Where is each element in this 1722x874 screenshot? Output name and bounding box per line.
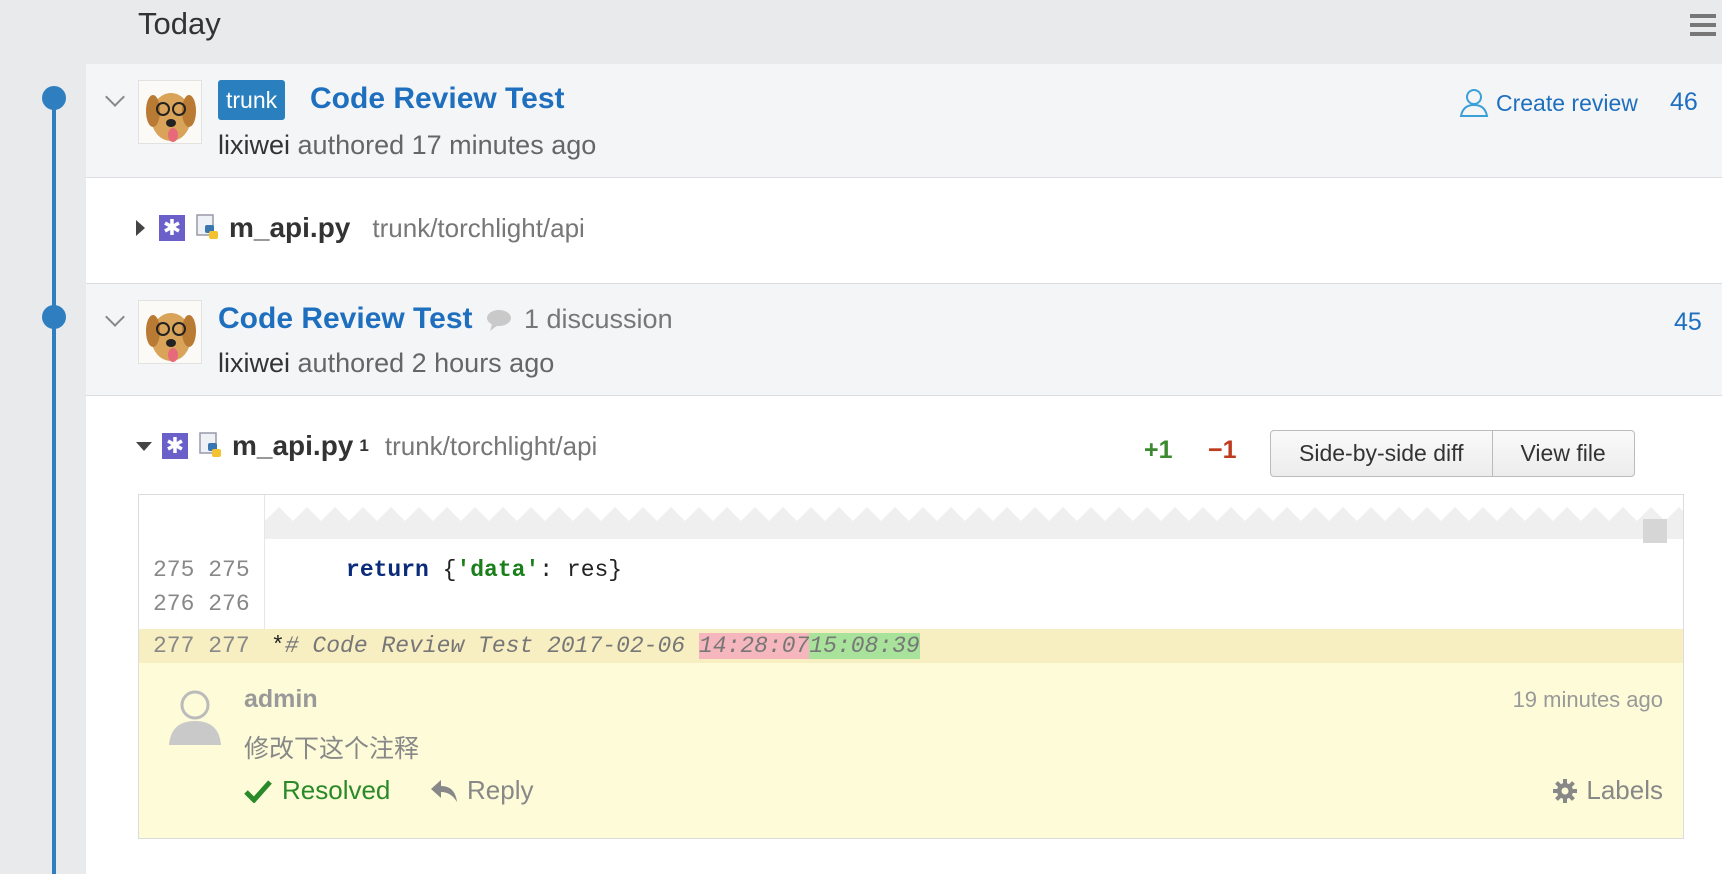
file-row-content: ✱ m_api.py trunk/torchlight/api xyxy=(136,212,585,244)
reply-icon xyxy=(431,779,457,802)
gear-icon xyxy=(1553,778,1578,803)
commit-title-link[interactable]: Code Review Test xyxy=(310,82,565,116)
commit-row: trunk Code Review Test lixiwei authored … xyxy=(86,64,1722,178)
line-number: 276 276 xyxy=(153,591,250,617)
author-name[interactable]: lixiwei xyxy=(218,348,290,378)
expand-triangle-icon[interactable] xyxy=(136,220,145,236)
checkmark-icon xyxy=(244,779,272,803)
user-icon xyxy=(1459,89,1489,117)
commit-meta: lixiwei authored 17 minutes ago xyxy=(218,130,596,161)
resolved-label: Resolved xyxy=(282,775,391,805)
labels-label: Labels xyxy=(1586,775,1663,805)
discussion-badge: 1 xyxy=(359,436,369,455)
commit-number[interactable]: 46 xyxy=(1670,88,1698,117)
removed-text: 14:28:07 xyxy=(698,633,810,659)
file-path: trunk/torchlight/api xyxy=(372,212,585,243)
added-text: 15:08:39 xyxy=(809,633,920,659)
avatar xyxy=(138,80,202,144)
comment-author[interactable]: admin xyxy=(244,685,318,714)
user-avatar-icon xyxy=(169,690,221,745)
authored-time: authored 17 minutes ago xyxy=(297,130,597,160)
collapse-triangle-icon[interactable] xyxy=(136,441,152,451)
commit-title-link[interactable]: Code Review Test xyxy=(218,302,473,336)
resolved-button[interactable]: Resolved xyxy=(244,775,390,806)
collapsed-lines-separator[interactable] xyxy=(265,507,1683,539)
view-file-button[interactable]: View file xyxy=(1491,431,1634,476)
modified-icon: ✱ xyxy=(162,433,188,459)
python-file-icon xyxy=(196,214,218,239)
timeline-line xyxy=(52,98,56,874)
file-row-content: ✱ m_api.py 1 trunk/torchlight/api xyxy=(136,430,597,462)
author-name[interactable]: lixiwei xyxy=(218,130,290,160)
timeline-dot xyxy=(42,86,66,110)
reply-label: Reply xyxy=(467,775,534,805)
line-number: 275 275 xyxy=(153,557,250,583)
expand-lines-icon[interactable] xyxy=(1643,519,1667,543)
modified-icon: ✱ xyxy=(159,215,185,241)
timeline-dot xyxy=(42,305,66,329)
line-number: 277 277 xyxy=(153,633,250,659)
chat-bubble-icon xyxy=(487,309,511,331)
commit-row: Code Review Test 1 discussion lixiwei au… xyxy=(86,284,1722,396)
code-line-changed: *# Code Review Test 2017-02-06 14:28:071… xyxy=(271,633,920,659)
comment-text: 修改下这个注释 xyxy=(244,735,420,763)
branch-badge[interactable]: trunk xyxy=(218,80,286,120)
create-review-button[interactable]: Create review xyxy=(1458,88,1638,118)
menu-icon[interactable] xyxy=(1690,14,1716,38)
diff-button-group: Side-by-side diff View file xyxy=(1270,430,1635,477)
inline-comment: admin 19 minutes ago 修改下这个注释 Resolved Re… xyxy=(139,663,1683,838)
labels-button[interactable]: Labels xyxy=(1552,775,1663,806)
discussion-count[interactable]: 1 discussion xyxy=(486,304,673,335)
comment-time: 19 minutes ago xyxy=(1512,687,1663,712)
python-file-icon xyxy=(199,432,221,457)
code-line: return {'data': res} xyxy=(346,557,623,583)
commit-number[interactable]: 45 xyxy=(1674,308,1702,337)
lines-removed: −1 xyxy=(1208,436,1237,464)
reply-button[interactable]: Reply xyxy=(429,775,533,806)
chevron-down-icon[interactable] xyxy=(105,307,125,327)
authored-time: authored 2 hours ago xyxy=(297,348,555,378)
file-name[interactable]: m_api.py xyxy=(232,430,353,462)
section-title: Today xyxy=(138,6,221,41)
create-review-label: Create review xyxy=(1496,89,1638,116)
diff-view: 275 275 return {'data': res} 276 276 277… xyxy=(138,494,1684,839)
avatar xyxy=(138,300,202,364)
commit-meta: lixiwei authored 2 hours ago xyxy=(218,348,554,379)
side-by-side-diff-button[interactable]: Side-by-side diff xyxy=(1271,431,1492,476)
lines-added: +1 xyxy=(1144,436,1173,464)
file-name[interactable]: m_api.py xyxy=(229,212,350,244)
discussion-label: 1 discussion xyxy=(524,304,673,334)
chevron-down-icon[interactable] xyxy=(105,87,125,107)
file-path: trunk/torchlight/api xyxy=(384,430,598,461)
file-row: ✱ m_api.py trunk/torchlight/api xyxy=(86,178,1722,284)
